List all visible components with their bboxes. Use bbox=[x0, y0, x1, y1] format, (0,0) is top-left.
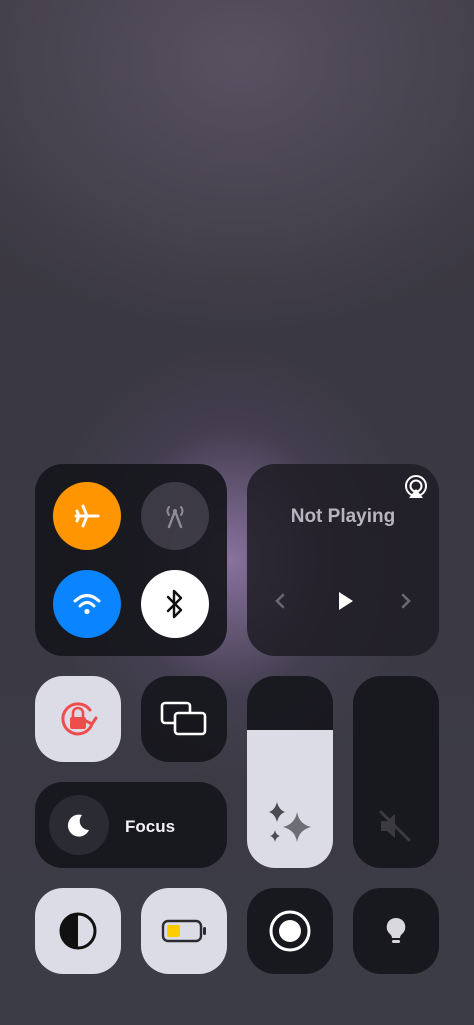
speaker-muted-icon bbox=[377, 808, 413, 844]
wifi-icon bbox=[72, 591, 102, 617]
brightness-slider[interactable] bbox=[247, 676, 333, 868]
previous-track-icon[interactable] bbox=[273, 592, 287, 610]
bluetooth-button[interactable] bbox=[141, 570, 209, 638]
now-playing-panel[interactable]: Not Playing bbox=[247, 464, 439, 656]
moon-icon bbox=[66, 812, 92, 838]
wifi-button[interactable] bbox=[53, 570, 121, 638]
brightness-sparkle-icon bbox=[267, 800, 315, 848]
connectivity-panel bbox=[35, 464, 227, 656]
dark-mode-button[interactable] bbox=[35, 888, 121, 974]
volume-slider[interactable] bbox=[353, 676, 439, 868]
screen-recording-button[interactable] bbox=[247, 888, 333, 974]
orientation-lock-button[interactable] bbox=[35, 676, 121, 762]
cellular-data-button[interactable] bbox=[141, 482, 209, 550]
play-icon[interactable] bbox=[335, 590, 355, 612]
battery-icon bbox=[161, 918, 209, 944]
record-icon bbox=[268, 909, 312, 953]
airplane-mode-button[interactable] bbox=[53, 482, 121, 550]
airplane-icon bbox=[73, 502, 101, 530]
antenna-icon bbox=[160, 501, 190, 531]
now-playing-title: Not Playing bbox=[290, 506, 396, 527]
flashlight-button[interactable] bbox=[353, 888, 439, 974]
bluetooth-icon bbox=[164, 588, 186, 620]
screen-mirroring-icon bbox=[159, 700, 209, 738]
screen-mirroring-button[interactable] bbox=[141, 676, 227, 762]
bulb-icon bbox=[384, 916, 408, 946]
rotation-lock-icon bbox=[55, 696, 101, 742]
contrast-icon bbox=[58, 911, 98, 951]
low-power-mode-button[interactable] bbox=[141, 888, 227, 974]
focus-label: Focus bbox=[125, 817, 176, 836]
focus-moon-circle bbox=[49, 795, 109, 855]
next-track-icon[interactable] bbox=[399, 592, 413, 610]
focus-button[interactable]: Focus bbox=[35, 782, 227, 868]
airplay-icon[interactable] bbox=[403, 474, 429, 500]
